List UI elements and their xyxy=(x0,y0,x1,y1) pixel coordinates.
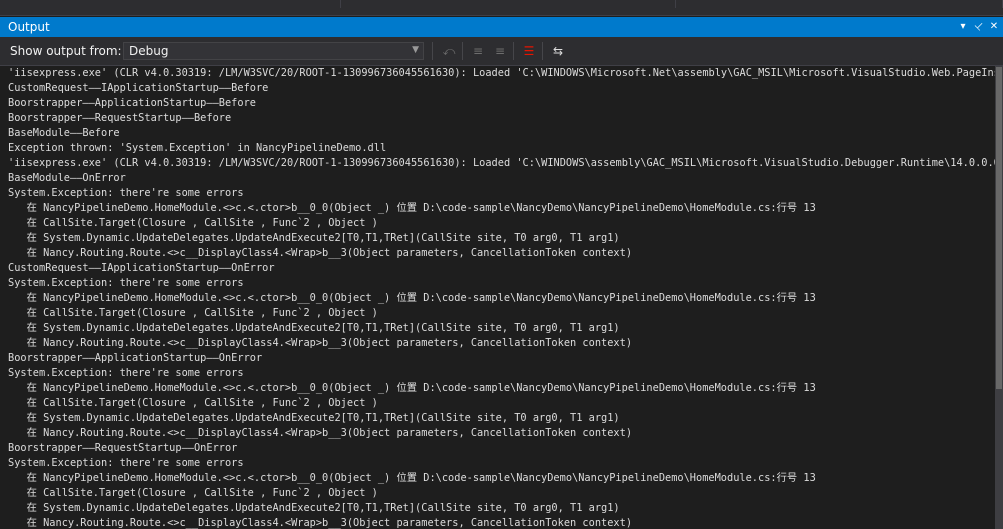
output-line: Boorstrapper——ApplicationStartup——OnErro… xyxy=(8,352,263,364)
find-next-icon[interactable]: ≡ xyxy=(491,42,509,60)
clear-all-icon[interactable]: ☰ xyxy=(520,42,538,60)
toolbar-separator xyxy=(542,42,543,60)
toolbar-separator xyxy=(513,42,514,60)
output-line: 在 Nancy.Routing.Route.<>c__DisplayClass4… xyxy=(8,337,633,349)
document-tab[interactable] xyxy=(676,0,1003,8)
document-tab[interactable] xyxy=(341,0,676,8)
output-line: System.Exception: there're some errors xyxy=(8,187,244,199)
output-line: CustomRequest——IApplicationStartup——Befo… xyxy=(8,82,269,94)
output-line: 在 CallSite.Target(Closure , CallSite , F… xyxy=(8,217,378,229)
output-line: 在 CallSite.Target(Closure , CallSite , F… xyxy=(8,487,378,499)
output-line: System.Exception: there're some errors xyxy=(8,367,244,379)
output-line: 在 NancyPipelineDemo.HomeModule.<>c.<.cto… xyxy=(8,382,816,394)
output-line: 在 Nancy.Routing.Route.<>c__DisplayClass4… xyxy=(8,517,633,529)
output-line: System.Exception: there're some errors xyxy=(8,277,244,289)
output-source-value: Debug xyxy=(129,44,169,58)
document-tab[interactable] xyxy=(0,0,341,8)
output-line: 在 System.Dynamic.UpdateDelegates.UpdateA… xyxy=(8,502,620,514)
previous-message-icon[interactable]: ⤺ xyxy=(440,42,458,60)
output-line: 在 Nancy.Routing.Route.<>c__DisplayClass4… xyxy=(8,427,633,439)
output-line: BaseModule——Before xyxy=(8,127,120,139)
output-text-area[interactable]: 'iisexpress.exe' (CLR v4.0.30319: /LM/W3… xyxy=(8,66,995,529)
output-line: BaseModule——OnError xyxy=(8,172,126,184)
output-line: Exception thrown: 'System.Exception' in … xyxy=(8,142,387,154)
output-line: 在 System.Dynamic.UpdateDelegates.UpdateA… xyxy=(8,412,620,424)
output-line: 在 Nancy.Routing.Route.<>c__DisplayClass4… xyxy=(8,247,633,259)
output-line: 在 CallSite.Target(Closure , CallSite , F… xyxy=(8,307,378,319)
output-line: 在 CallSite.Target(Closure , CallSite , F… xyxy=(8,397,378,409)
toolbar-separator xyxy=(432,42,433,60)
output-line: 在 System.Dynamic.UpdateDelegates.UpdateA… xyxy=(8,322,620,334)
output-line: Boorstrapper——RequestStartup——OnError xyxy=(8,442,238,454)
toolbar-separator xyxy=(462,42,463,60)
output-line: 在 NancyPipelineDemo.HomeModule.<>c.<.cto… xyxy=(8,202,816,214)
close-icon[interactable]: ✕ xyxy=(987,19,1001,34)
show-output-from-label: Show output from: xyxy=(10,44,122,58)
find-previous-icon[interactable]: ≡ xyxy=(469,42,487,60)
document-tab-strip xyxy=(0,0,1003,16)
scrollbar-thumb[interactable] xyxy=(996,67,1002,389)
output-line: System.Exception: there're some errors xyxy=(8,457,244,469)
word-wrap-icon[interactable]: ⇆ xyxy=(549,42,567,60)
output-title-bar: Output ▾ ⊥ ✕ xyxy=(0,17,1003,37)
output-toolbar: Show output from: Debug ▼ ⤺ ≡ ≡ ☰ ⇆ xyxy=(0,37,1003,66)
panel-title: Output xyxy=(8,20,50,34)
output-line: 'iisexpress.exe' (CLR v4.0.30319: /LM/W3… xyxy=(8,67,995,79)
output-line: 在 NancyPipelineDemo.HomeModule.<>c.<.cto… xyxy=(8,292,816,304)
chevron-down-icon: ▼ xyxy=(412,45,419,55)
output-line: CustomRequest——IApplicationStartup——OnEr… xyxy=(8,262,275,274)
output-source-select[interactable]: Debug ▼ xyxy=(123,42,424,60)
output-line: Boorstrapper——ApplicationStartup——Before xyxy=(8,97,256,109)
output-line: 在 System.Dynamic.UpdateDelegates.UpdateA… xyxy=(8,232,620,244)
vertical-scrollbar[interactable] xyxy=(995,66,1003,529)
output-line: 在 NancyPipelineDemo.HomeModule.<>c.<.cto… xyxy=(8,472,816,484)
output-line: Boorstrapper——RequestStartup——Before xyxy=(8,112,232,124)
output-line: 'iisexpress.exe' (CLR v4.0.30319: /LM/W3… xyxy=(8,157,995,169)
